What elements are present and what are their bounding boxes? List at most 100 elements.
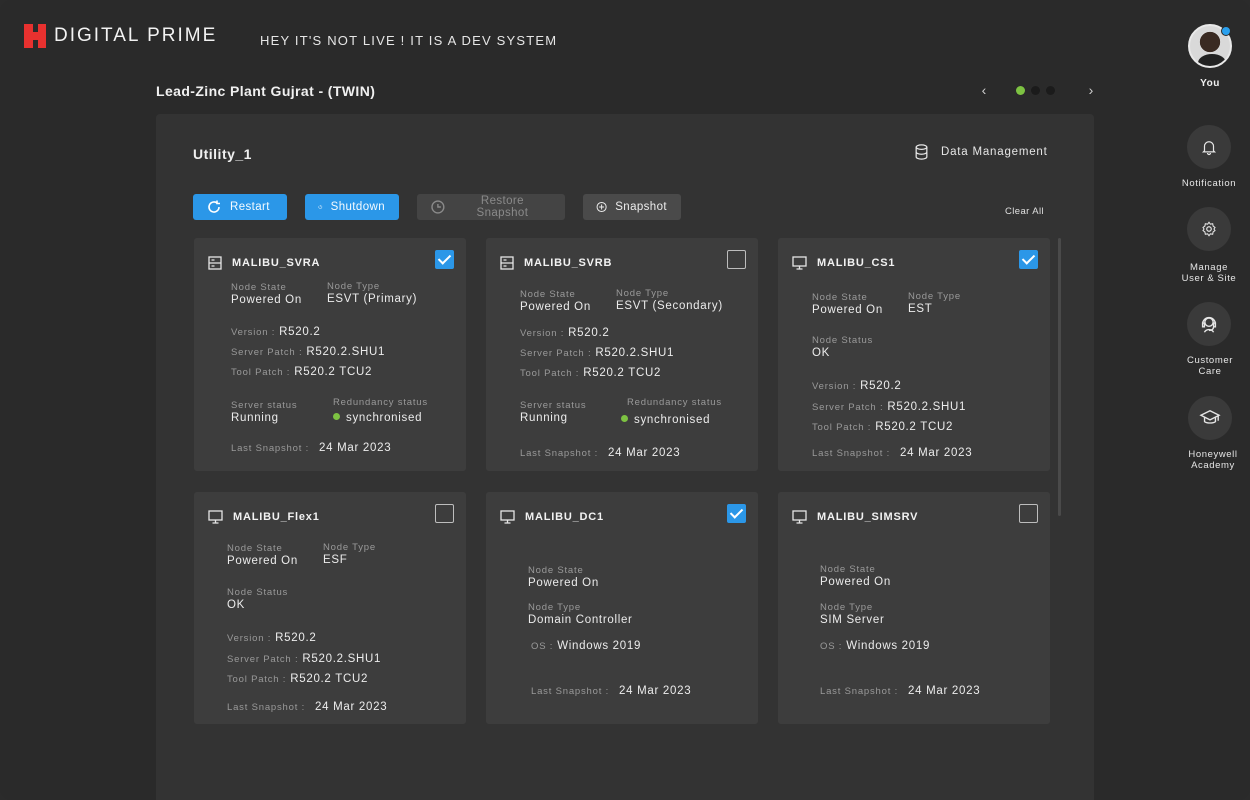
add-circle-icon <box>596 201 607 213</box>
shutdown-button[interactable]: Shutdown <box>305 194 399 220</box>
tool-patch-value: R520.2 TCU2 <box>294 366 373 378</box>
version-value: R520.2 <box>568 327 610 339</box>
node-name: MALIBU_SVRA <box>232 257 321 269</box>
server-status-label: Server status <box>520 400 587 411</box>
server-icon <box>500 256 514 270</box>
monitor-icon <box>792 510 807 524</box>
version-row: Version : R520.2 <box>227 632 316 644</box>
page-dot[interactable] <box>1031 85 1040 95</box>
server-status-label: Server status <box>231 400 298 411</box>
node-type-value: Domain Controller <box>528 614 633 626</box>
node-name: MALIBU_SVRB <box>524 257 613 269</box>
node-type-label: Node Type <box>616 288 669 299</box>
server-patch-row: Server Patch : R520.2.SHU1 <box>231 346 385 358</box>
database-icon <box>915 144 928 160</box>
node-card-title: MALIBU_SIMSRV <box>792 510 918 524</box>
honeywell-academy-button[interactable] <box>1188 396 1232 440</box>
last-snapshot-label: Last Snapshot : <box>820 686 899 697</box>
os-row: OS : Windows 2019 <box>820 640 930 652</box>
node-type-value: ESVT (Secondary) <box>616 300 723 312</box>
os-value: Windows 2019 <box>557 640 642 652</box>
node-state-value: Powered On <box>520 301 591 313</box>
node-select-checkbox[interactable] <box>435 250 454 269</box>
server-patch-row: Server Patch : R520.2.SHU1 <box>227 653 381 665</box>
tool-patch-label: Tool Patch : <box>812 422 872 433</box>
node-state-label: Node State <box>227 543 283 554</box>
notification-button[interactable] <box>1187 125 1231 169</box>
version-label: Version : <box>520 328 565 339</box>
last-snapshot-value: 24 Mar 2023 <box>908 685 981 697</box>
redundancy-status-value: synchronised <box>621 414 710 426</box>
node-state-value: Powered On <box>231 294 302 306</box>
headset-icon <box>1201 316 1217 333</box>
customer-care-button[interactable] <box>1187 302 1231 346</box>
tool-patch-row: Tool Patch : R520.2 TCU2 <box>520 367 661 379</box>
os-row: OS : Windows 2019 <box>531 640 641 652</box>
version-row: Version : R520.2 <box>812 380 901 392</box>
shutdown-label: Shutdown <box>330 201 385 213</box>
server-patch-value: R520.2.SHU1 <box>306 346 386 358</box>
node-select-checkbox[interactable] <box>1019 250 1038 269</box>
version-label: Version : <box>812 381 857 392</box>
tool-patch-label: Tool Patch : <box>520 368 580 379</box>
server-patch-label: Server Patch : <box>227 654 299 665</box>
node-select-checkbox[interactable] <box>1019 504 1038 523</box>
status-dot-icon <box>621 415 628 422</box>
node-select-checkbox[interactable] <box>435 504 454 523</box>
monitor-icon <box>792 256 807 270</box>
restore-snapshot-button[interactable]: Restore Snapshot <box>417 194 565 220</box>
os-value: Windows 2019 <box>846 640 931 652</box>
node-status-value: OK <box>227 599 246 611</box>
gear-icon <box>1202 221 1216 237</box>
server-patch-row: Server Patch : R520.2.SHU1 <box>520 347 674 359</box>
prev-page-arrow-icon[interactable]: ‹ <box>976 82 992 98</box>
page-dot[interactable] <box>1046 85 1055 95</box>
tool-patch-value: R520.2 TCU2 <box>290 673 369 685</box>
redundancy-status-label: Redundancy status <box>627 397 722 408</box>
node-card[interactable]: MALIBU_Flex1 Node State Powered On Node … <box>194 492 466 724</box>
node-select-checkbox[interactable] <box>727 504 746 523</box>
snapshot-button[interactable]: Snapshot <box>583 194 681 220</box>
node-status-label: Node Status <box>812 335 874 346</box>
node-card[interactable]: MALIBU_SVRB Node State Powered On Node T… <box>486 238 758 471</box>
tool-patch-value: R520.2 TCU2 <box>875 421 954 433</box>
server-patch-value: R520.2.SHU1 <box>302 653 382 665</box>
clear-all-link[interactable]: Clear All <box>1005 206 1044 217</box>
rail-label-manage: Manage User & Site <box>1181 262 1237 284</box>
node-select-checkbox[interactable] <box>727 250 746 269</box>
node-name: MALIBU_DC1 <box>525 511 604 523</box>
cards-scrollbar[interactable] <box>1058 238 1061 516</box>
server-status-value: Running <box>520 412 568 424</box>
version-value: R520.2 <box>279 326 321 338</box>
page-dots <box>1016 85 1055 95</box>
os-label: OS : <box>820 641 843 652</box>
version-value: R520.2 <box>275 632 317 644</box>
tool-patch-label: Tool Patch : <box>231 367 291 378</box>
os-label: OS : <box>531 641 554 652</box>
next-page-arrow-icon[interactable]: › <box>1083 82 1099 98</box>
last-snapshot-label: Last Snapshot : <box>520 448 599 459</box>
node-type-label: Node Type <box>323 542 376 553</box>
data-management-link[interactable]: Data Management <box>914 144 1048 160</box>
node-name: MALIBU_CS1 <box>817 257 896 269</box>
monitor-icon <box>500 510 515 524</box>
page-dot[interactable] <box>1016 85 1025 95</box>
node-state-label: Node State <box>528 565 584 576</box>
redundancy-status-label: Redundancy status <box>333 397 428 408</box>
restart-button[interactable]: Restart <box>193 194 287 220</box>
node-state-label: Node State <box>812 292 868 303</box>
node-card[interactable]: MALIBU_DC1 Node State Powered On Node Ty… <box>486 492 758 724</box>
node-card[interactable]: MALIBU_SIMSRV Node State Powered On Node… <box>778 492 1050 724</box>
restore-snapshot-label: Restore Snapshot <box>476 195 529 219</box>
node-type-value: EST <box>908 303 933 315</box>
server-patch-label: Server Patch : <box>231 347 303 358</box>
manage-user-site-button[interactable] <box>1187 207 1231 251</box>
last-snapshot-value: 24 Mar 2023 <box>319 442 392 454</box>
last-snapshot-row: Last Snapshot : 24 Mar 2023 <box>231 442 391 454</box>
node-card[interactable]: MALIBU_CS1 Node State Powered On Node Ty… <box>778 238 1050 471</box>
redundancy-status-text: synchronised <box>346 412 423 424</box>
last-snapshot-label: Last Snapshot : <box>531 686 610 697</box>
version-label: Version : <box>227 633 272 644</box>
node-card[interactable]: MALIBU_SVRA Node State Powered On Node T… <box>194 238 466 471</box>
online-status-badge <box>1221 26 1231 36</box>
